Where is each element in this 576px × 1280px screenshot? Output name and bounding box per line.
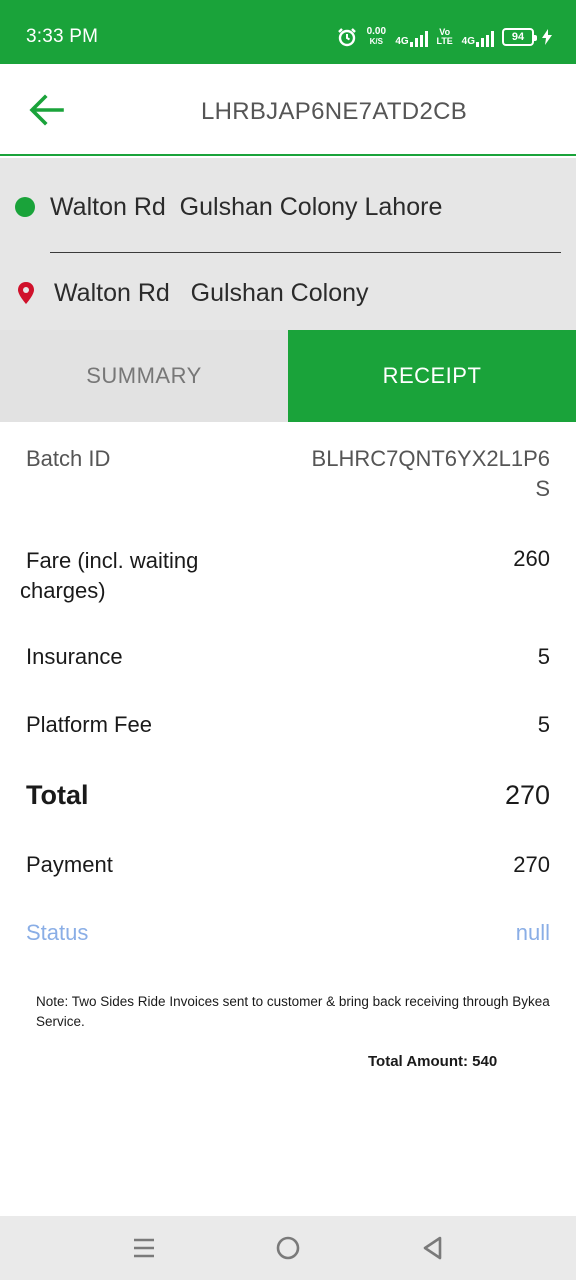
batch-id-value: BLHRC7QNT6YX2L1P6S [311, 446, 550, 501]
total-value: 270 [504, 780, 550, 810]
app-header: LHRBJAP6NE7ATD2CB [0, 64, 576, 156]
platform-fee-label: Platform Fee [26, 712, 152, 737]
network-speed: 0.00 K/S [365, 27, 387, 47]
tabs: SUMMARY RECEIPT [0, 330, 576, 422]
invoice-note: Note: Two Sides Ride Invoices sent to cu… [36, 994, 550, 1029]
pickup-dot-icon [15, 197, 35, 217]
status-bar: 3:33 PM 0.00 K/S 4G Vo LTE 4G 94 [0, 0, 576, 64]
pickup-address: Walton Rd Gulshan Colony Lahore [50, 192, 443, 221]
alarm-icon [338, 28, 357, 47]
payment-label: Payment [26, 852, 113, 877]
battery-level: 94 [511, 31, 525, 43]
menu-icon [134, 1238, 154, 1258]
insurance-label: Insurance [26, 644, 123, 669]
network-type-1: 4G [395, 36, 409, 47]
home-icon [276, 1236, 300, 1260]
payment-value: 270 [513, 852, 550, 877]
speed-unit: K/S [369, 37, 383, 46]
signal-icon: 4G [395, 27, 428, 47]
fare-label: Fare (incl. waiting charges) [20, 548, 199, 603]
fare-value: 260 [513, 546, 550, 571]
nav-recent-apps-button[interactable] [130, 1234, 158, 1262]
batch-id-label: Batch ID [26, 446, 111, 471]
total-amount: Total Amount: 540 [368, 1053, 498, 1070]
status-value: null [515, 920, 550, 945]
back-triangle-icon [423, 1236, 442, 1260]
nav-back-button[interactable] [418, 1234, 446, 1262]
tab-summary[interactable]: SUMMARY [0, 330, 288, 422]
platform-fee-value: 5 [537, 712, 550, 737]
insurance-value: 5 [537, 644, 550, 669]
dropoff-address: Walton Rd Gulshan Colony [54, 278, 369, 307]
speed-value: 0.00 [366, 26, 387, 37]
dropoff-row: Walton Rd Gulshan Colony [0, 273, 576, 313]
status-icons: 0.00 K/S 4G Vo LTE 4G 94 [337, 24, 552, 50]
signal-icon-2: 4G [462, 27, 494, 47]
total-label: Total [26, 780, 89, 810]
page-title: LHRBJAP6NE7ATD2CB [200, 98, 468, 125]
network-type-2: 4G [461, 36, 475, 47]
system-nav-bar [0, 1216, 576, 1280]
location-pin-icon [18, 282, 34, 304]
charging-icon [542, 29, 552, 45]
pickup-row: Walton Rd Gulshan Colony Lahore [0, 187, 576, 227]
status-label: Status [26, 920, 89, 945]
battery-icon: 94 [502, 28, 537, 46]
nav-home-button[interactable] [274, 1234, 302, 1262]
route-panel: Walton Rd Gulshan Colony Lahore Walton R… [0, 158, 576, 330]
volte-bottom: LTE [436, 36, 453, 46]
route-divider [50, 252, 561, 253]
tab-receipt[interactable]: RECEIPT [288, 330, 576, 422]
status-time: 3:33 PM [26, 26, 99, 47]
volte-indicator: Vo LTE [436, 28, 454, 46]
